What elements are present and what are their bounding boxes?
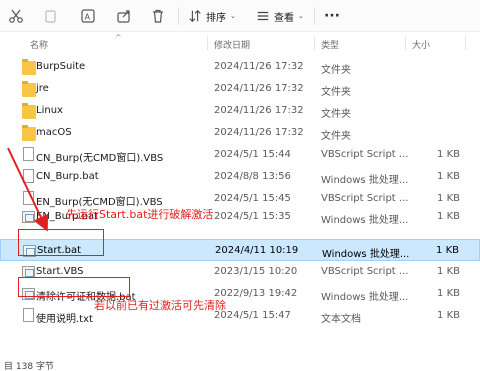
list-item[interactable]: jre 2024/11/26 17:32 文件夹 [0,78,480,100]
start-annotation: 先运行Start.bat进行破解激活 [66,208,214,221]
clear-annotation: 若以前已有过激活可先清除 [94,299,226,312]
chevron-down-icon: ⌄ [298,12,304,20]
file-date: 2022/9/13 19:42 [214,288,298,299]
sort-button[interactable]: 排序 ⌄ [188,6,236,26]
file-icon [23,147,34,161]
sort-icon [188,9,202,23]
status-text: 目 138 字节 [4,362,54,371]
file-date: 2024/4/11 10:19 [215,245,299,256]
file-name: Linux [36,105,63,116]
file-date: 2024/5/1 15:44 [214,149,291,160]
view-button[interactable]: 查看 ⌄ [256,6,304,26]
sort-ascending-icon: ^ [115,33,122,42]
folder-icon [22,103,36,119]
column-header: ^ 名称 修改日期 类型 大小 [0,33,480,53]
column-modified[interactable]: 修改日期 [214,38,250,51]
column-type[interactable]: 类型 [321,38,339,51]
more-options-icon[interactable]: ··· [324,8,340,24]
file-name: CN_Burp(无CMD窗口).VBS [36,153,164,164]
file-type: Windows 批处理... [322,249,410,260]
folder-icon [22,125,36,141]
file-date: 2024/8/8 13:56 [214,171,291,182]
file-size: 1 KB [437,310,460,321]
share-icon[interactable] [116,8,132,24]
file-size: 1 KB [437,149,460,160]
start-bat-highlight-box [18,229,104,256]
file-type: 文本文档 [321,314,361,325]
file-name: Start.VBS [36,266,84,277]
file-icon [23,191,34,205]
chevron-down-icon: ⌄ [230,12,236,20]
view-icon [256,9,270,23]
list-item[interactable]: 使用说明.txt 2024/5/1 15:47 文本文档 1 KB [0,305,480,327]
file-size: 1 KB [437,171,460,182]
file-date: 2024/11/26 17:32 [214,127,304,138]
file-type: VBScript Script ... [321,193,409,204]
column-size[interactable]: 大小 [412,38,430,51]
file-date: 2024/5/1 15:35 [214,211,291,222]
list-item[interactable]: macOS 2024/11/26 17:32 文件夹 [0,122,480,144]
file-name: macOS [36,127,72,138]
file-name: 使用说明.txt [36,314,93,325]
batch-file-icon [22,211,35,223]
list-item[interactable]: CN_Burp.bat 2024/8/8 13:56 Windows 批处理..… [0,166,480,188]
file-icon [23,169,34,183]
folder-icon [22,59,36,75]
file-type: 文件夹 [321,131,351,142]
folder-icon [22,81,36,97]
file-size: 1 KB [437,288,460,299]
file-name: jre [36,83,49,94]
file-size: 1 KB [436,245,459,256]
delete-icon[interactable] [150,8,166,24]
file-date: 2024/5/1 15:45 [214,193,291,204]
view-label: 查看 [274,12,294,24]
file-type: Windows 批处理... [321,175,409,186]
svg-text:A: A [85,13,91,22]
file-name: CN_Burp.bat [36,171,99,182]
file-type: 文件夹 [321,87,351,98]
column-divider[interactable] [314,36,315,50]
file-type: VBScript Script ... [321,149,409,160]
rename-icon[interactable]: A [80,8,96,24]
copy-icon[interactable] [42,8,58,24]
clear-bat-highlight-box [18,277,130,297]
file-size: 1 KB [437,211,460,222]
file-date: 2023/1/15 10:20 [214,266,298,277]
file-type: Windows 批处理... [321,215,409,226]
file-type: 文件夹 [321,109,351,120]
file-name: BurpSuite [36,61,86,72]
file-date: 2024/11/26 17:32 [214,105,304,116]
sort-label: 排序 [206,12,226,24]
list-item[interactable]: BurpSuite 2024/11/26 17:32 文件夹 [0,56,480,78]
toolbar-divider [178,7,179,25]
list-item[interactable]: Linux 2024/11/26 17:32 文件夹 [0,100,480,122]
list-item[interactable]: CN_Burp(无CMD窗口).VBS 2024/5/1 15:44 VBScr… [0,144,480,166]
file-date: 2024/11/26 17:32 [214,61,304,72]
file-size: 1 KB [437,266,460,277]
cut-icon[interactable] [8,8,24,24]
file-type: 文件夹 [321,65,351,76]
column-divider[interactable] [207,36,208,50]
column-divider[interactable] [465,36,466,50]
file-type: Windows 批处理... [321,292,409,303]
file-date: 2024/11/26 17:32 [214,83,304,94]
column-divider[interactable] [405,36,406,50]
file-type: VBScript Script ... [321,266,409,277]
toolbar-divider [314,7,315,25]
text-file-icon [23,308,34,322]
command-bar: A 排序 ⌄ 查看 ⌄ ··· [0,0,480,32]
column-name[interactable]: 名称 [30,38,48,51]
file-size: 1 KB [437,193,460,204]
